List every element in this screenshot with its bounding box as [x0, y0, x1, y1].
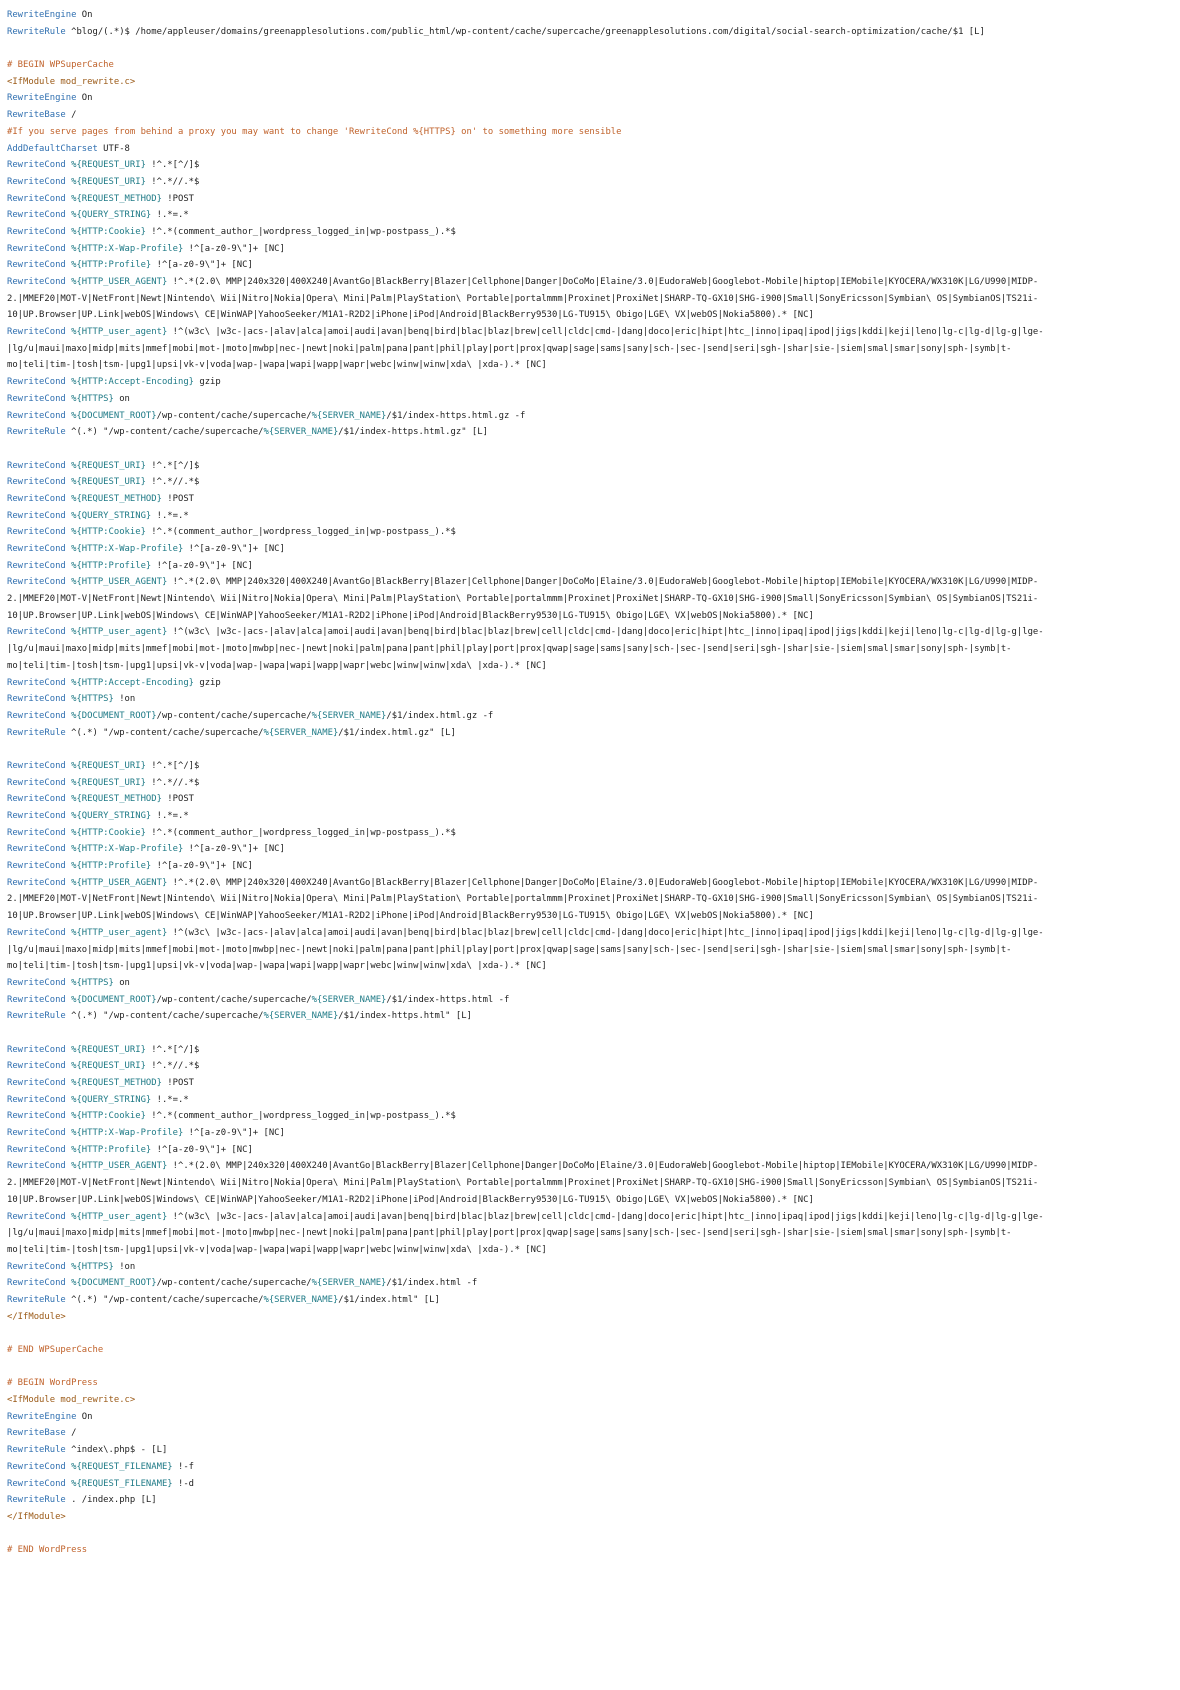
- code-line: RewriteCond %{REQUEST_URI} !^.*//.*$: [7, 1061, 200, 1072]
- code-line: # END WPSuperCache: [7, 1345, 104, 1355]
- code-line: RewriteCond %{HTTP_user_agent} !^(w3c\ |…: [7, 1211, 1044, 1222]
- code-line: RewriteRule ^blog/(.*)$ /home/appleuser/…: [7, 26, 985, 37]
- code-line: RewriteCond %{HTTP:Profile} !^[a-z0-9\"]…: [7, 260, 253, 271]
- code-line: RewriteCond %{HTTPS} on: [7, 977, 130, 988]
- code-line: mo|teli|tim-|tosh|tsm-|upg1|upsi|vk-v|vo…: [7, 1244, 547, 1255]
- code-line: RewriteCond %{HTTP:Accept-Encoding} gzip: [7, 677, 221, 688]
- code-line: RewriteCond %{REQUEST_METHOD} !POST: [7, 493, 195, 504]
- code-line: RewriteEngine On: [7, 10, 93, 20]
- code-line: mo|teli|tim-|tosh|tsm-|upg1|upsi|vk-v|vo…: [7, 660, 547, 671]
- code-line: RewriteEngine On: [7, 93, 93, 104]
- code-line: RewriteCond %{HTTP_user_agent} !^(w3c\ |…: [7, 627, 1044, 638]
- code-line: </IfModule>: [7, 1311, 66, 1322]
- code-line: RewriteCond %{REQUEST_URI} !^.*[^/]$: [7, 460, 200, 471]
- code-line: RewriteCond %{REQUEST_URI} !^.*//.*$: [7, 477, 200, 488]
- code-line: RewriteCond %{HTTP:Cookie} !^.*(comment_…: [7, 1111, 456, 1122]
- code-line: RewriteRule . /index.php [L]: [7, 1495, 157, 1506]
- code-line: RewriteCond %{DOCUMENT_ROOT}/wp-content/…: [7, 994, 510, 1005]
- code-line: RewriteBase /: [7, 110, 77, 121]
- code-line: 2.|MMEF20|MOT-V|NetFront|Newt|Nintendo\ …: [7, 594, 1039, 605]
- code-line: <IfModule mod_rewrite.c>: [7, 76, 136, 87]
- code-line: RewriteCond %{HTTP:X-Wap-Profile} !^[a-z…: [7, 544, 285, 554]
- code-line: RewriteCond %{DOCUMENT_ROOT}/wp-content/…: [7, 1278, 478, 1289]
- code-line: RewriteCond %{DOCUMENT_ROOT}/wp-content/…: [7, 410, 526, 421]
- code-line: RewriteCond %{HTTP_USER_AGENT} !^.*(2.0\…: [7, 877, 1039, 888]
- code-line: RewriteBase /: [7, 1428, 77, 1439]
- code-line: RewriteCond %{HTTP:Cookie} !^.*(comment_…: [7, 226, 456, 237]
- code-line: RewriteRule ^(.*) "/wp-content/cache/sup…: [7, 427, 488, 438]
- code-line: RewriteRule ^(.*) "/wp-content/cache/sup…: [7, 1011, 472, 1022]
- code-line: RewriteCond %{HTTPS} !on: [7, 1261, 136, 1272]
- code-line: 2.|MMEF20|MOT-V|NetFront|Newt|Nintendo\ …: [7, 894, 1039, 905]
- code-line: RewriteCond %{QUERY_STRING} !.*=.*: [7, 210, 189, 221]
- code-line: RewriteCond %{REQUEST_URI} !^.*[^/]$: [7, 160, 200, 171]
- code-line: 10|UP.Browser|UP.Link|webOS|Windows\ CE|…: [7, 310, 814, 321]
- code-line: RewriteCond %{QUERY_STRING} !.*=.*: [7, 510, 189, 521]
- code-line: RewriteCond %{REQUEST_URI} !^.*[^/]$: [7, 760, 200, 771]
- code-line: # END WordPress: [7, 1545, 88, 1556]
- code-line: RewriteCond %{HTTP:Profile} !^[a-z0-9\"]…: [7, 861, 253, 872]
- code-line: |lg/u|maui|maxo|midp|mits|mmef|mobi|mot-…: [7, 343, 1012, 354]
- code-line: RewriteCond %{HTTP_USER_AGENT} !^.*(2.0\…: [7, 577, 1039, 588]
- code-line: RewriteCond %{HTTP:Profile} !^[a-z0-9\"]…: [7, 560, 253, 571]
- code-line: 2.|MMEF20|MOT-V|NetFront|Newt|Nintendo\ …: [7, 293, 1039, 304]
- code-line: RewriteCond %{HTTP:Cookie} !^.*(comment_…: [7, 527, 456, 538]
- code-line: RewriteRule ^(.*) "/wp-content/cache/sup…: [7, 727, 456, 738]
- code-line: # BEGIN WordPress: [7, 1378, 98, 1389]
- code-line: RewriteCond %{HTTP:Profile} !^[a-z0-9\"]…: [7, 1144, 253, 1155]
- code-line: |lg/u|maui|maxo|midp|mits|mmef|mobi|mot-…: [7, 944, 1012, 955]
- code-line: RewriteCond %{HTTP_USER_AGENT} !^.*(2.0\…: [7, 277, 1039, 287]
- code-line: RewriteCond %{REQUEST_METHOD} !POST: [7, 1078, 195, 1088]
- code-line: #If you serve pages from behind a proxy …: [7, 126, 622, 137]
- code-line: RewriteCond %{REQUEST_METHOD} !POST: [7, 794, 195, 805]
- code-line: RewriteCond %{DOCUMENT_ROOT}/wp-content/…: [7, 710, 494, 721]
- code-line: RewriteCond %{QUERY_STRING} !.*=.*: [7, 1094, 189, 1105]
- code-line: 10|UP.Browser|UP.Link|webOS|Windows\ CE|…: [7, 1194, 814, 1205]
- code-line: RewriteRule ^index\.php$ - [L]: [7, 1445, 168, 1456]
- code-line: |lg/u|maui|maxo|midp|mits|mmef|mobi|mot-…: [7, 644, 1012, 655]
- code-line: RewriteEngine On: [7, 1411, 93, 1422]
- code-line: 2.|MMEF20|MOT-V|NetFront|Newt|Nintendo\ …: [7, 1178, 1039, 1189]
- code-line: RewriteCond %{HTTP:Accept-Encoding} gzip: [7, 377, 221, 388]
- code-line: mo|teli|tim-|tosh|tsm-|upg1|upsi|vk-v|vo…: [7, 961, 547, 972]
- code-line: RewriteCond %{HTTP_USER_AGENT} !^.*(2.0\…: [7, 1161, 1039, 1172]
- code-line: RewriteCond %{REQUEST_URI} !^.*//.*$: [7, 176, 200, 187]
- code-line: RewriteCond %{REQUEST_URI} !^.*[^/]$: [7, 1044, 200, 1055]
- code-line: RewriteCond %{QUERY_STRING} !.*=.*: [7, 811, 189, 821]
- code-line: RewriteCond %{REQUEST_FILENAME} !-f: [7, 1461, 195, 1472]
- code-line: 10|UP.Browser|UP.Link|webOS|Windows\ CE|…: [7, 610, 814, 621]
- code-line: RewriteCond %{HTTP:X-Wap-Profile} !^[a-z…: [7, 243, 285, 254]
- code-line: RewriteCond %{REQUEST_FILENAME} !-d: [7, 1478, 195, 1489]
- code-line: <IfModule mod_rewrite.c>: [7, 1395, 136, 1406]
- code-line: mo|teli|tim-|tosh|tsm-|upg1|upsi|vk-v|vo…: [7, 360, 547, 371]
- code-line: RewriteCond %{HTTP:X-Wap-Profile} !^[a-z…: [7, 1128, 285, 1139]
- code-line: RewriteCond %{HTTP_user_agent} !^(w3c\ |…: [7, 327, 1044, 338]
- code-line: RewriteCond %{REQUEST_URI} !^.*//.*$: [7, 777, 200, 788]
- code-line: RewriteCond %{HTTP:Cookie} !^.*(comment_…: [7, 827, 456, 838]
- code-line: |lg/u|maui|maxo|midp|mits|mmef|mobi|mot-…: [7, 1228, 1012, 1239]
- code-line: RewriteCond %{HTTPS} !on: [7, 694, 136, 705]
- code-line: # BEGIN WPSuperCache: [7, 60, 114, 71]
- code-line: RewriteCond %{HTTP:X-Wap-Profile} !^[a-z…: [7, 844, 285, 855]
- code-line: RewriteCond %{HTTPS} on: [7, 393, 130, 404]
- code-line: </IfModule>: [7, 1511, 66, 1522]
- code-line: RewriteCond %{REQUEST_METHOD} !POST: [7, 193, 195, 204]
- code-line: RewriteRule ^(.*) "/wp-content/cache/sup…: [7, 1294, 440, 1305]
- code-line: AddDefaultCharset UTF-8: [7, 143, 130, 154]
- code-line: RewriteCond %{HTTP_user_agent} !^(w3c\ |…: [7, 927, 1044, 938]
- code-line: 10|UP.Browser|UP.Link|webOS|Windows\ CE|…: [7, 911, 814, 922]
- htaccess-source-listing: RewriteEngine On RewriteRule ^blog/(.*)$ …: [7, 7, 1173, 1559]
